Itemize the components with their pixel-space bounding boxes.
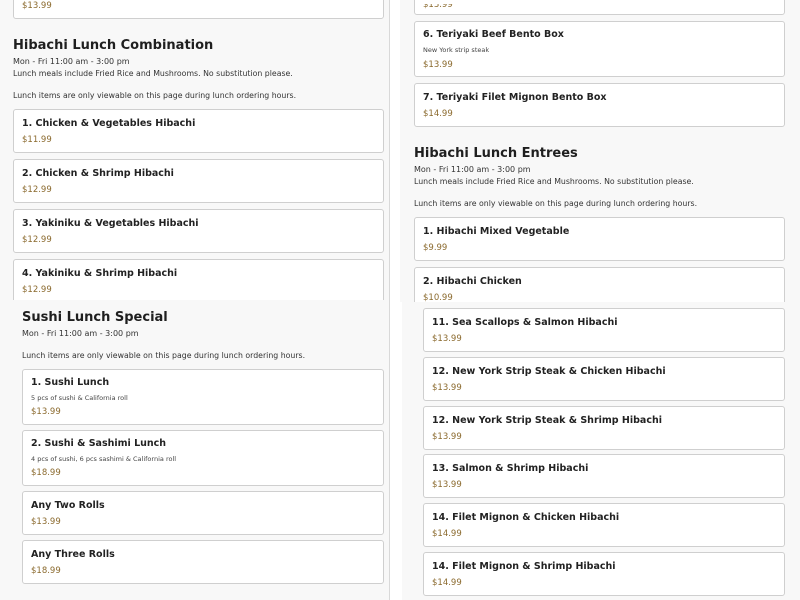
item-price: $12.99 bbox=[22, 235, 52, 245]
item-name: 1. Sushi Lunch bbox=[31, 377, 110, 388]
hibachi-lunch-entrees-pane: $13.99 6. Teriyaki Beef Bento Box New Yo… bbox=[400, 0, 800, 302]
item-name: 4. Yakiniku & Shrimp Hibachi bbox=[22, 268, 178, 279]
section-title: Sushi Lunch Special bbox=[22, 310, 168, 325]
menu-item-card[interactable]: 11. Sea Scallops & Salmon Hibachi $13.99 bbox=[423, 308, 785, 352]
lunch-hours-note: Lunch items are only viewable on this pa… bbox=[414, 199, 698, 208]
menu-item-card[interactable]: 7. Teriyaki Filet Mignon Bento Box $14.9… bbox=[414, 83, 785, 127]
item-name: 2. Sushi & Sashimi Lunch bbox=[31, 438, 167, 449]
item-description: 5 pcs of sushi & California roll bbox=[31, 394, 128, 402]
item-description: New York strip steak bbox=[423, 46, 490, 54]
menu-item-card[interactable]: 13. Salmon & Shrimp Hibachi $13.99 bbox=[423, 454, 785, 498]
item-price: $13.99 bbox=[432, 334, 462, 344]
item-price: $14.99 bbox=[432, 578, 462, 588]
item-name: 2. Hibachi Chicken bbox=[423, 276, 522, 287]
item-name: 13. Salmon & Shrimp Hibachi bbox=[432, 463, 589, 474]
menu-item-card[interactable]: 12. New York Strip Steak & Shrimp Hibach… bbox=[423, 406, 785, 450]
item-name: 14. Filet Mignon & Shrimp Hibachi bbox=[432, 561, 616, 572]
item-description: 4 pcs of sushi, 6 pcs sashimi & Californ… bbox=[31, 455, 177, 463]
section-hours: Mon - Fri 11:00 am - 3:00 pm bbox=[13, 57, 130, 66]
item-price: $14.99 bbox=[432, 529, 462, 539]
menu-item-card[interactable]: 1. Chicken & Vegetables Hibachi $11.99 bbox=[13, 109, 384, 153]
item-price: $12.99 bbox=[22, 285, 52, 295]
item-price: $13.99 bbox=[22, 1, 52, 11]
item-price: $12.99 bbox=[22, 185, 52, 195]
item-name: 12. New York Strip Steak & Chicken Hibac… bbox=[432, 366, 666, 377]
sushi-lunch-special-pane: Sushi Lunch Special Mon - Fri 11:00 am -… bbox=[0, 300, 389, 600]
item-price: $13.99 bbox=[432, 480, 462, 490]
item-price: $13.99 bbox=[31, 517, 61, 527]
menu-item-card-partial[interactable]: $13.99 bbox=[13, 0, 384, 19]
menu-item-card[interactable]: 2. Chicken & Shrimp Hibachi $12.99 bbox=[13, 159, 384, 203]
menu-item-card[interactable]: 4. Yakiniku & Shrimp Hibachi $12.99 bbox=[13, 259, 384, 300]
item-name: Any Three Rolls bbox=[31, 549, 115, 560]
item-name: 6. Teriyaki Beef Bento Box bbox=[423, 29, 564, 40]
item-price: $13.99 bbox=[432, 383, 462, 393]
item-price: $18.99 bbox=[31, 468, 61, 478]
menu-item-card-partial[interactable]: $13.99 bbox=[414, 0, 785, 15]
menu-item-card[interactable]: Any Two Rolls $13.99 bbox=[22, 491, 384, 535]
menu-item-card[interactable]: 2. Hibachi Chicken $10.99 bbox=[414, 267, 785, 302]
item-name: 14. Filet Mignon & Chicken Hibachi bbox=[432, 512, 620, 523]
section-title: Hibachi Lunch Combination bbox=[13, 38, 214, 53]
hibachi-lunch-combination-pane: $13.99 Hibachi Lunch Combination Mon - F… bbox=[0, 0, 389, 300]
section-subnote: Lunch meals include Fried Rice and Mushr… bbox=[13, 69, 293, 78]
item-name: 1. Chicken & Vegetables Hibachi bbox=[22, 118, 196, 129]
menu-item-card[interactable]: 1. Hibachi Mixed Vegetable $9.99 bbox=[414, 217, 785, 261]
item-name: 1. Hibachi Mixed Vegetable bbox=[423, 226, 570, 237]
pane-divider bbox=[389, 0, 390, 600]
item-name: 2. Chicken & Shrimp Hibachi bbox=[22, 168, 174, 179]
menu-item-card[interactable]: 14. Filet Mignon & Chicken Hibachi $14.9… bbox=[423, 503, 785, 547]
item-price: $13.99 bbox=[432, 432, 462, 442]
item-name: 12. New York Strip Steak & Shrimp Hibach… bbox=[432, 415, 662, 426]
menu-item-card[interactable]: 6. Teriyaki Beef Bento Box New York stri… bbox=[414, 21, 785, 77]
section-hours: Mon - Fri 11:00 am - 3:00 pm bbox=[22, 329, 139, 338]
section-hours: Mon - Fri 11:00 am - 3:00 pm bbox=[414, 165, 531, 174]
hibachi-lunch-entrees-continued-pane: 11. Sea Scallops & Salmon Hibachi $13.99… bbox=[402, 302, 800, 600]
item-price: $9.99 bbox=[423, 243, 448, 253]
menu-item-card[interactable]: 1. Sushi Lunch 5 pcs of sushi & Californ… bbox=[22, 369, 384, 425]
item-price: $13.99 bbox=[423, 0, 453, 10]
item-price: $14.99 bbox=[423, 109, 453, 119]
lunch-hours-note: Lunch items are only viewable on this pa… bbox=[22, 351, 306, 360]
lunch-hours-note: Lunch items are only viewable on this pa… bbox=[13, 91, 297, 100]
item-price: $13.99 bbox=[31, 407, 61, 417]
item-name: 3. Yakiniku & Vegetables Hibachi bbox=[22, 218, 199, 229]
menu-item-card[interactable]: 3. Yakiniku & Vegetables Hibachi $12.99 bbox=[13, 209, 384, 253]
item-name: Any Two Rolls bbox=[31, 500, 105, 511]
item-name: 11. Sea Scallops & Salmon Hibachi bbox=[432, 317, 618, 328]
item-price: $10.99 bbox=[423, 293, 453, 302]
item-price: $13.99 bbox=[423, 60, 453, 70]
section-subnote: Lunch meals include Fried Rice and Mushr… bbox=[414, 177, 694, 186]
item-name: 7. Teriyaki Filet Mignon Bento Box bbox=[423, 92, 607, 103]
menu-item-card[interactable]: 14. Filet Mignon & Shrimp Hibachi $14.99 bbox=[423, 552, 785, 596]
item-price: $18.99 bbox=[31, 566, 61, 576]
menu-item-card[interactable]: Any Three Rolls $18.99 bbox=[22, 540, 384, 584]
menu-item-card[interactable]: 2. Sushi & Sashimi Lunch 4 pcs of sushi,… bbox=[22, 430, 384, 486]
item-price: $11.99 bbox=[22, 135, 52, 145]
section-title: Hibachi Lunch Entrees bbox=[414, 146, 578, 161]
menu-item-card[interactable]: 12. New York Strip Steak & Chicken Hibac… bbox=[423, 357, 785, 401]
